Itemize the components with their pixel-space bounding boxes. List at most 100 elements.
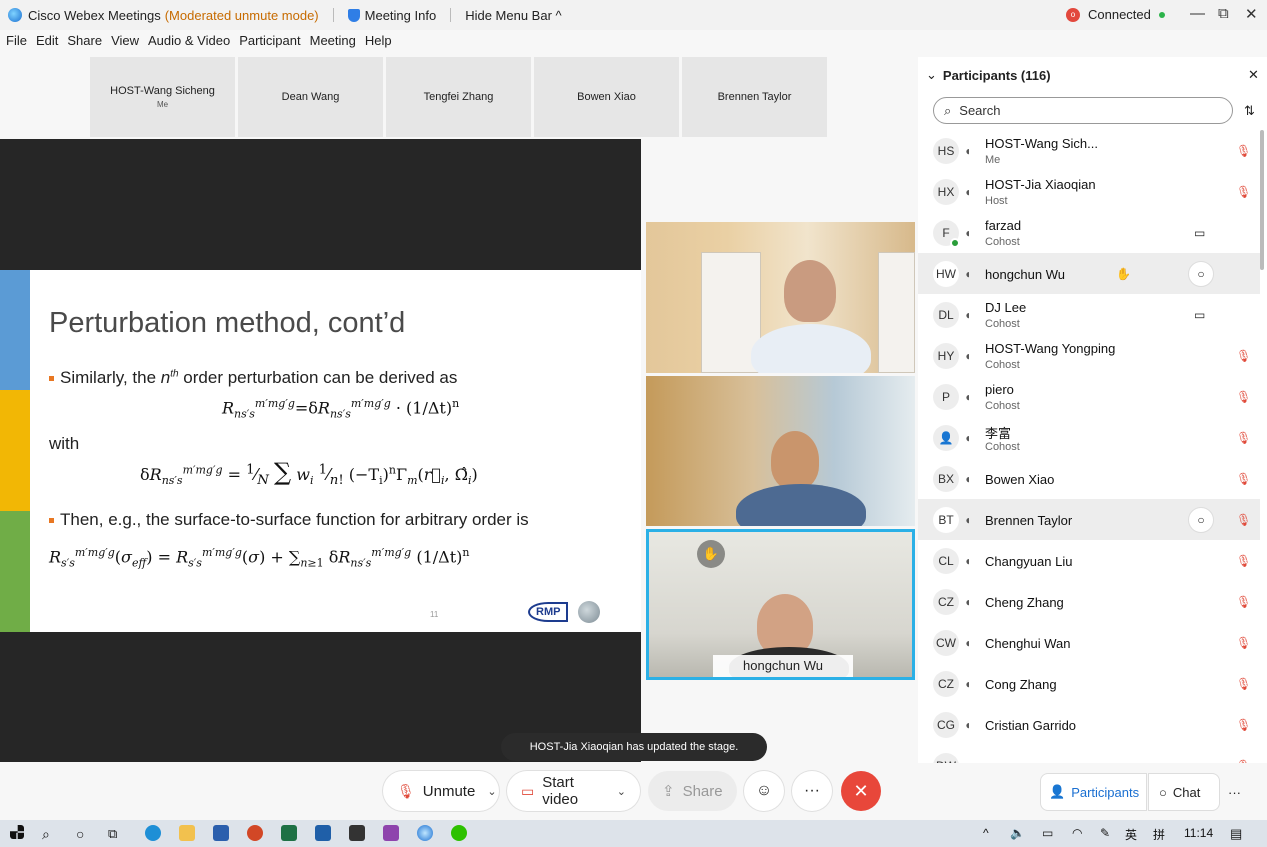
audio-connection-icon: ◖ — [964, 348, 972, 363]
menu-view[interactable]: View — [111, 33, 139, 53]
meeting-info-button[interactable]: Meeting Info — [365, 8, 437, 23]
participant-role: Me — [985, 154, 1001, 166]
participant-row[interactable]: BT ◖ Brennen Taylor ○ 🎙 — [918, 499, 1260, 540]
wechat-icon[interactable] — [451, 825, 467, 841]
participant-row[interactable]: CZ ◖ Cong Zhang 🎙 — [918, 663, 1260, 704]
participant-role: Cohost — [985, 318, 1020, 330]
menu-share[interactable]: Share — [67, 33, 102, 53]
participant-row[interactable]: DL ◖ DJ Lee Cohost ▭ — [918, 294, 1260, 335]
participant-name: Bowen Xiao — [985, 472, 1055, 487]
menu-help[interactable]: Help — [365, 33, 392, 53]
chat-bubble-icon[interactable]: ○ — [1188, 260, 1214, 287]
participant-row[interactable]: 👤 ◖ 李富 Cohost 🎙 — [918, 417, 1260, 458]
chat-tab[interactable]: ○ Chat — [1148, 773, 1220, 811]
sticky-notes-icon[interactable] — [349, 825, 365, 841]
menu-file[interactable]: File — [6, 33, 27, 53]
chevron-up-icon[interactable]: ^ — [983, 826, 989, 840]
participant-name: HOST-Wang Yongping — [985, 341, 1116, 356]
search-placeholder: Search — [959, 103, 1001, 118]
participant-search-input[interactable]: ⌕ Search — [933, 97, 1233, 124]
menu-edit[interactable]: Edit — [36, 33, 58, 53]
powerpoint-icon[interactable] — [247, 825, 263, 841]
participant-row[interactable]: BX ◖ Bowen Xiao 🎙 — [918, 458, 1260, 499]
cortana-icon[interactable]: ○ — [76, 826, 84, 842]
search-icon: ⌕ — [944, 102, 952, 118]
video-tile-1[interactable] — [646, 222, 915, 373]
participant-row[interactable]: HX ◖ HOST-Jia Xiaoqian Host 🎙 — [918, 171, 1260, 212]
panel-scrollbar[interactable] — [1260, 130, 1264, 270]
task-view-icon[interactable]: ⧉ — [108, 826, 117, 842]
menu-audio-video[interactable]: Audio & Video — [148, 33, 230, 53]
chevron-down-icon[interactable]: ⌄ — [617, 785, 626, 798]
thumbnail-tile[interactable]: Tengfei Zhang — [386, 57, 531, 137]
minimize-button[interactable]: — — [1190, 5, 1205, 22]
word-icon[interactable] — [213, 825, 229, 841]
chevron-down-icon[interactable]: ⌄ — [487, 785, 496, 798]
webex-taskbar-icon[interactable] — [417, 825, 433, 841]
share-button[interactable]: ⇪ Share — [648, 771, 737, 811]
participant-row[interactable]: HS ◖ HOST-Wang Sich... Me 🎙 — [918, 130, 1260, 171]
lab-seal-icon — [577, 601, 600, 623]
chat-icon: ○ — [1159, 784, 1167, 800]
language-indicator[interactable]: 英 — [1125, 826, 1137, 843]
participant-row[interactable]: CG ◖ Cristian Garrido 🎙 — [918, 704, 1260, 745]
title-bar: Cisco Webex Meetings (Moderated unmute m… — [0, 0, 1267, 30]
thumbnail-tile[interactable]: Brennen Taylor — [682, 57, 827, 137]
participant-role: Cohost — [985, 359, 1020, 371]
thumbnail-tile[interactable]: Dean Wang — [238, 57, 383, 137]
participant-row[interactable]: P ◖ piero Cohost 🎙 — [918, 376, 1260, 417]
start-video-button[interactable]: ▭ Start video ⌄ — [507, 771, 640, 811]
participant-row[interactable]: HW ◖ hongchun Wu ✋ ○ — [918, 253, 1260, 294]
participant-row[interactable]: F ◖ farzad Cohost ▭ — [918, 212, 1260, 253]
more-options-button[interactable]: ··· — [792, 771, 832, 811]
avatar: HX — [933, 178, 959, 205]
restore-button[interactable]: ⧉ — [1218, 5, 1229, 22]
hide-menu-bar-button[interactable]: Hide Menu Bar ^ — [465, 8, 561, 23]
mic-muted-icon: 🎙 — [1236, 635, 1252, 650]
volume-icon[interactable]: 🔈 — [1010, 826, 1025, 840]
mail-icon[interactable] — [315, 825, 331, 841]
thumbnail-tile[interactable]: Bowen Xiao — [534, 57, 679, 137]
participant-row[interactable]: CL ◖ Changyuan Liu 🎙 — [918, 540, 1260, 581]
notification-icon[interactable]: ▤ — [1230, 826, 1242, 842]
participants-count-title: Participants (116) — [942, 67, 1051, 83]
edge-browser-icon[interactable] — [145, 825, 161, 841]
participant-row[interactable]: CZ ◖ Cheng Zhang 🎙 — [918, 581, 1260, 622]
menu-meeting[interactable]: Meeting — [310, 33, 356, 53]
collapse-chevron-icon[interactable]: ⌄ — [926, 67, 937, 83]
pen-icon[interactable]: ✎ — [1100, 826, 1110, 840]
person-body — [736, 484, 866, 526]
leave-meeting-button[interactable]: ✕ — [841, 771, 881, 811]
excel-icon[interactable] — [281, 825, 297, 841]
chat-bubble-icon[interactable]: ○ — [1188, 506, 1214, 533]
close-window-button[interactable]: ✕ — [1245, 5, 1258, 23]
participant-name: 李富 — [985, 426, 1012, 441]
participants-tab[interactable]: 👤 Participants — [1040, 773, 1147, 811]
more-panels-button[interactable]: ··· — [1228, 773, 1248, 811]
start-menu-icon[interactable] — [10, 825, 24, 839]
chat-tab-label: Chat — [1172, 784, 1201, 800]
wifi-icon[interactable]: ◠ — [1072, 826, 1082, 840]
search-icon[interactable]: ⌕ — [42, 826, 50, 843]
slide-with-label: with — [49, 434, 80, 453]
ime-indicator[interactable]: 拼 — [1153, 826, 1165, 843]
video-tile-2[interactable] — [646, 376, 915, 526]
video-tile-active-speaker[interactable]: ✋ hongchun Wu — [646, 529, 915, 680]
avatar: CL — [933, 547, 959, 574]
clock[interactable]: 11:14 — [1184, 826, 1213, 840]
audio-connection-icon: ◖ — [964, 184, 972, 199]
thumbnail-tile[interactable]: HOST-Wang Sicheng Me — [90, 57, 235, 137]
participant-row[interactable]: DW 🎙 — [918, 745, 1260, 763]
battery-icon[interactable]: ▭ — [1042, 826, 1053, 840]
participant-row[interactable]: CW ◖ Chenghui Wan 🎙 — [918, 622, 1260, 663]
unmute-button[interactable]: 🎙 Unmute ⌄ — [383, 771, 499, 811]
sort-icon[interactable]: ⇅ — [1244, 103, 1255, 119]
divider — [332, 8, 334, 22]
menu-participant[interactable]: Participant — [239, 33, 300, 53]
reactions-button[interactable]: ☺ — [744, 771, 784, 811]
close-panel-icon[interactable]: ✕ — [1248, 67, 1259, 83]
app-icon[interactable] — [383, 825, 399, 841]
participant-row[interactable]: HY ◖ HOST-Wang Yongping Cohost 🎙 — [918, 335, 1260, 376]
participant-name: Changyuan Liu — [985, 554, 1073, 569]
file-explorer-icon[interactable] — [179, 825, 195, 841]
